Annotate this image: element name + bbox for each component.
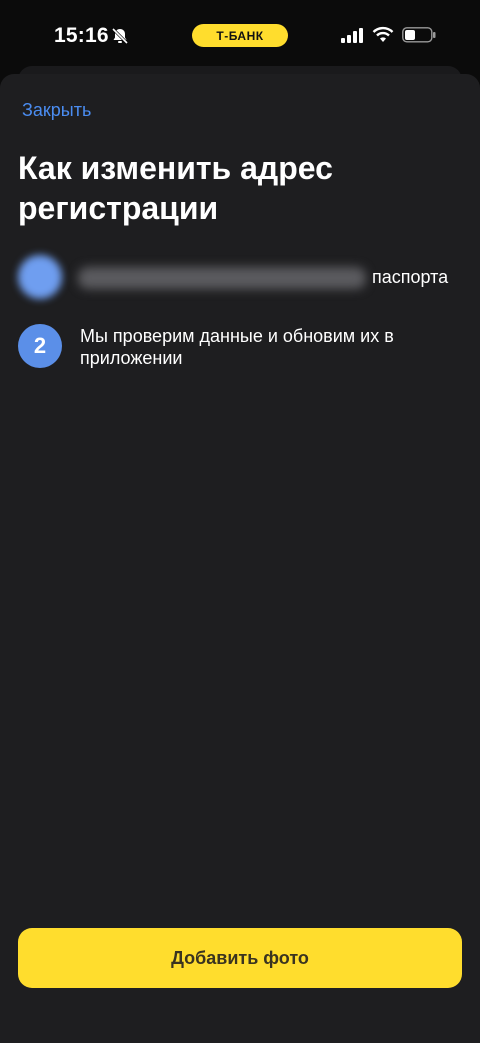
brand-badge: Т-БАНК <box>192 24 288 47</box>
close-button[interactable]: Закрыть <box>22 100 91 121</box>
status-bar: 15:16 Т-БАНК <box>0 0 480 70</box>
step-number-1 <box>18 255 62 299</box>
page-title: Как изменить адрес регистрации <box>18 150 333 226</box>
wifi-icon <box>372 26 394 49</box>
step-text-2: Мы проверим данные и обновим их в прилож… <box>80 326 394 368</box>
step-text-1-visible: паспорта <box>372 267 449 287</box>
bell-muted-icon <box>111 27 129 45</box>
battery-icon <box>402 27 436 48</box>
redacted-text <box>78 267 366 290</box>
step-item-1: паспорта <box>18 255 448 299</box>
step-text-1: паспорта <box>78 266 449 290</box>
add-photo-button[interactable]: Добавить фото <box>18 928 462 988</box>
signal-icon <box>341 28 363 49</box>
step-item-2: 2 Мы проверим данные и обновим их в прил… <box>18 324 410 369</box>
status-time: 15:16 <box>54 24 109 47</box>
step-number-2: 2 <box>18 324 62 368</box>
